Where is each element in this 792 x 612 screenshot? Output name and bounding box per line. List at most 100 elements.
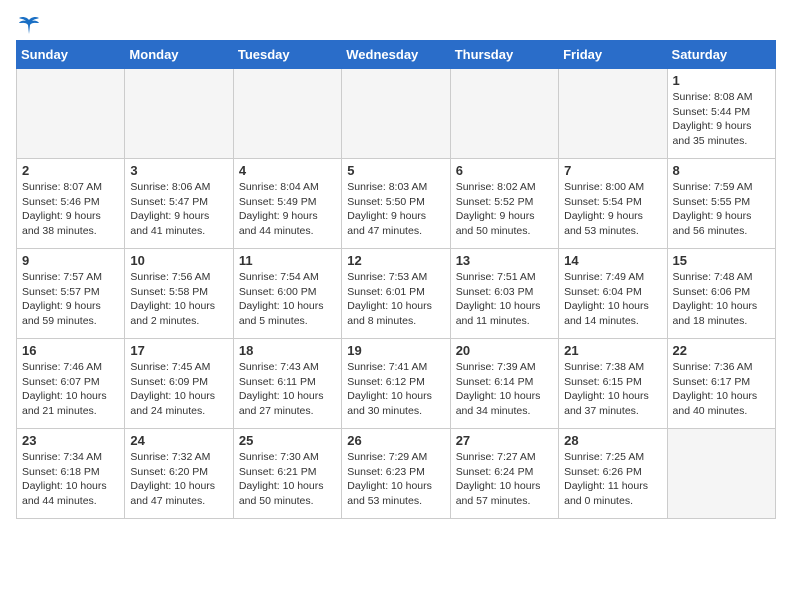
day-number: 7 xyxy=(564,163,661,178)
calendar-cell: 14Sunrise: 7:49 AM Sunset: 6:04 PM Dayli… xyxy=(559,249,667,339)
day-number: 2 xyxy=(22,163,119,178)
logo-bird-icon xyxy=(18,16,40,36)
day-number: 13 xyxy=(456,253,553,268)
day-info: Sunrise: 8:08 AM Sunset: 5:44 PM Dayligh… xyxy=(673,90,770,149)
day-info: Sunrise: 7:30 AM Sunset: 6:21 PM Dayligh… xyxy=(239,450,336,509)
calendar-cell xyxy=(559,69,667,159)
day-info: Sunrise: 7:53 AM Sunset: 6:01 PM Dayligh… xyxy=(347,270,444,329)
calendar-cell: 23 Sunrise: 7:34 AM Sunset: 6:18 PM Dayli… xyxy=(17,429,125,519)
day-info: Sunrise: 8:02 AM Sunset: 5:52 PM Dayligh… xyxy=(456,180,553,239)
day-info: Sunrise: 7:38 AM Sunset: 6:15 PM Dayligh… xyxy=(564,360,661,419)
day-number: 22 xyxy=(673,343,770,358)
day-number: 12 xyxy=(347,253,444,268)
calendar-table: SundayMondayTuesdayWednesdayThursdayFrid… xyxy=(16,40,776,519)
day-info: Sunrise: 7:57 AM Sunset: 5:57 PM Dayligh… xyxy=(22,270,119,329)
day-info: Sunrise: 8:03 AM Sunset: 5:50 PM Dayligh… xyxy=(347,180,444,239)
day-info: Sunrise: 7:49 AM Sunset: 6:04 PM Dayligh… xyxy=(564,270,661,329)
day-info: Sunrise: 7:32 AM Sunset: 6:20 PM Dayligh… xyxy=(130,450,227,509)
calendar-cell: 2 Sunrise: 8:07 AM Sunset: 5:46 PM Daylig… xyxy=(17,159,125,249)
day-info: Sunrise: 8:07 AM Sunset: 5:46 PM Dayligh… xyxy=(22,180,119,239)
day-info: Sunrise: 7:29 AM Sunset: 6:23 PM Dayligh… xyxy=(347,450,444,509)
calendar-cell: 9 Sunrise: 7:57 AM Sunset: 5:57 PM Daylig… xyxy=(17,249,125,339)
calendar-cell: 16 Sunrise: 7:46 AM Sunset: 6:07 PM Dayli… xyxy=(17,339,125,429)
calendar-cell: 6 Sunrise: 8:02 AM Sunset: 5:52 PM Daylig… xyxy=(450,159,558,249)
weekday-header-friday: Friday xyxy=(559,41,667,69)
day-number: 23 xyxy=(22,433,119,448)
day-number: 6 xyxy=(456,163,553,178)
day-number: 9 xyxy=(22,253,119,268)
day-number: 19 xyxy=(347,343,444,358)
day-info: Sunrise: 8:00 AM Sunset: 5:54 PM Dayligh… xyxy=(564,180,661,239)
day-number: 11 xyxy=(239,253,336,268)
weekday-header-saturday: Saturday xyxy=(667,41,775,69)
calendar-cell: 8Sunrise: 7:59 AM Sunset: 5:55 PM Daylig… xyxy=(667,159,775,249)
day-info: Sunrise: 7:41 AM Sunset: 6:12 PM Dayligh… xyxy=(347,360,444,419)
day-info: Sunrise: 7:51 AM Sunset: 6:03 PM Dayligh… xyxy=(456,270,553,329)
day-info: Sunrise: 7:45 AM Sunset: 6:09 PM Dayligh… xyxy=(130,360,227,419)
day-number: 5 xyxy=(347,163,444,178)
day-info: Sunrise: 7:27 AM Sunset: 6:24 PM Dayligh… xyxy=(456,450,553,509)
day-number: 10 xyxy=(130,253,227,268)
calendar-cell: 13 Sunrise: 7:51 AM Sunset: 6:03 PM Dayli… xyxy=(450,249,558,339)
day-number: 27 xyxy=(456,433,553,448)
page-header xyxy=(16,16,776,32)
day-info: Sunrise: 7:25 AM Sunset: 6:26 PM Dayligh… xyxy=(564,450,661,509)
logo xyxy=(16,16,42,32)
calendar-cell: 24 Sunrise: 7:32 AM Sunset: 6:20 PM Dayli… xyxy=(125,429,233,519)
calendar-cell xyxy=(667,429,775,519)
day-number: 25 xyxy=(239,433,336,448)
day-number: 24 xyxy=(130,433,227,448)
day-info: Sunrise: 7:59 AM Sunset: 5:55 PM Dayligh… xyxy=(673,180,770,239)
day-number: 1 xyxy=(673,73,770,88)
day-number: 20 xyxy=(456,343,553,358)
day-info: Sunrise: 7:34 AM Sunset: 6:18 PM Dayligh… xyxy=(22,450,119,509)
day-info: Sunrise: 7:54 AM Sunset: 6:00 PM Dayligh… xyxy=(239,270,336,329)
calendar-cell: 22 Sunrise: 7:36 AM Sunset: 6:17 PM Dayli… xyxy=(667,339,775,429)
day-number: 21 xyxy=(564,343,661,358)
day-info: Sunrise: 7:46 AM Sunset: 6:07 PM Dayligh… xyxy=(22,360,119,419)
calendar-cell: 5 Sunrise: 8:03 AM Sunset: 5:50 PM Daylig… xyxy=(342,159,450,249)
calendar-cell: 18 Sunrise: 7:43 AM Sunset: 6:11 PM Dayli… xyxy=(233,339,341,429)
weekday-header-thursday: Thursday xyxy=(450,41,558,69)
calendar-cell: 25 Sunrise: 7:30 AM Sunset: 6:21 PM Dayli… xyxy=(233,429,341,519)
calendar-cell xyxy=(125,69,233,159)
calendar-cell: 28 Sunrise: 7:25 AM Sunset: 6:26 PM Dayli… xyxy=(559,429,667,519)
weekday-header-monday: Monday xyxy=(125,41,233,69)
calendar-cell xyxy=(342,69,450,159)
day-number: 4 xyxy=(239,163,336,178)
weekday-header-tuesday: Tuesday xyxy=(233,41,341,69)
calendar-cell: 7 Sunrise: 8:00 AM Sunset: 5:54 PM Daylig… xyxy=(559,159,667,249)
calendar-cell: 4Sunrise: 8:04 AM Sunset: 5:49 PM Daylig… xyxy=(233,159,341,249)
calendar-cell: 3 Sunrise: 8:06 AM Sunset: 5:47 PM Daylig… xyxy=(125,159,233,249)
weekday-header-sunday: Sunday xyxy=(17,41,125,69)
day-number: 15 xyxy=(673,253,770,268)
calendar-week-1: 1 Sunrise: 8:08 AM Sunset: 5:44 PM Daylig… xyxy=(17,69,776,159)
calendar-cell: 12 Sunrise: 7:53 AM Sunset: 6:01 PM Dayli… xyxy=(342,249,450,339)
day-info: Sunrise: 7:39 AM Sunset: 6:14 PM Dayligh… xyxy=(456,360,553,419)
day-number: 3 xyxy=(130,163,227,178)
calendar-week-3: 9 Sunrise: 7:57 AM Sunset: 5:57 PM Daylig… xyxy=(17,249,776,339)
calendar-cell: 10 Sunrise: 7:56 AM Sunset: 5:58 PM Dayli… xyxy=(125,249,233,339)
calendar-cell: 27 Sunrise: 7:27 AM Sunset: 6:24 PM Dayli… xyxy=(450,429,558,519)
calendar-cell: 19 Sunrise: 7:41 AM Sunset: 6:12 PM Dayli… xyxy=(342,339,450,429)
calendar-cell xyxy=(233,69,341,159)
calendar-cell: 11 Sunrise: 7:54 AM Sunset: 6:00 PM Dayli… xyxy=(233,249,341,339)
day-number: 16 xyxy=(22,343,119,358)
calendar-cell xyxy=(17,69,125,159)
day-info: Sunrise: 8:06 AM Sunset: 5:47 PM Dayligh… xyxy=(130,180,227,239)
weekday-header-wednesday: Wednesday xyxy=(342,41,450,69)
calendar-cell: 21 Sunrise: 7:38 AM Sunset: 6:15 PM Dayli… xyxy=(559,339,667,429)
calendar-week-5: 23 Sunrise: 7:34 AM Sunset: 6:18 PM Dayli… xyxy=(17,429,776,519)
day-number: 26 xyxy=(347,433,444,448)
day-info: Sunrise: 7:48 AM Sunset: 6:06 PM Dayligh… xyxy=(673,270,770,329)
day-info: Sunrise: 7:43 AM Sunset: 6:11 PM Dayligh… xyxy=(239,360,336,419)
day-info: Sunrise: 7:36 AM Sunset: 6:17 PM Dayligh… xyxy=(673,360,770,419)
day-number: 18 xyxy=(239,343,336,358)
calendar-cell: 15 Sunrise: 7:48 AM Sunset: 6:06 PM Dayli… xyxy=(667,249,775,339)
day-number: 28 xyxy=(564,433,661,448)
calendar-cell: 17 Sunrise: 7:45 AM Sunset: 6:09 PM Dayli… xyxy=(125,339,233,429)
day-number: 17 xyxy=(130,343,227,358)
calendar-cell: 26 Sunrise: 7:29 AM Sunset: 6:23 PM Dayli… xyxy=(342,429,450,519)
calendar-week-4: 16 Sunrise: 7:46 AM Sunset: 6:07 PM Dayli… xyxy=(17,339,776,429)
day-info: Sunrise: 7:56 AM Sunset: 5:58 PM Dayligh… xyxy=(130,270,227,329)
